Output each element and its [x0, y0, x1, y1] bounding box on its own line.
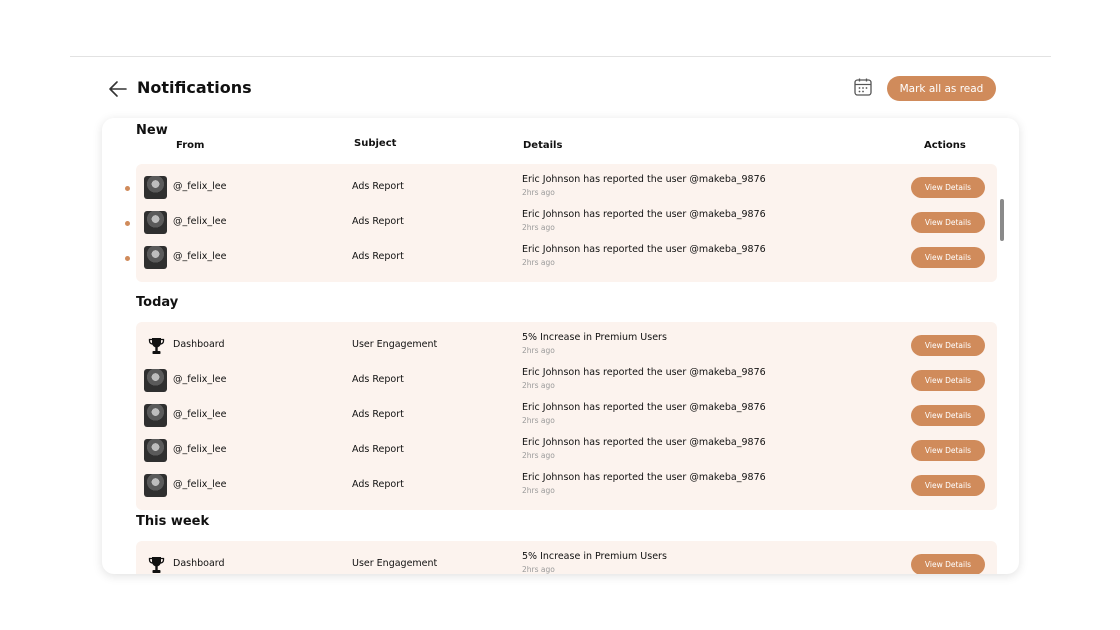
notification-row[interactable]: @_felix_lee Ads Report Eric Johnson has re…	[136, 433, 997, 468]
from-label: @_felix_lee	[173, 444, 227, 455]
timestamp: 2hrs ago	[522, 416, 555, 425]
back-arrow-icon[interactable]	[108, 80, 128, 98]
subject-label: Ads Report	[352, 181, 404, 192]
details-text: Eric Johnson has reported the user @make…	[522, 174, 766, 185]
timestamp: 2hrs ago	[522, 381, 555, 390]
top-divider	[70, 56, 1051, 57]
details-text: 5% Increase in Premium Users	[522, 551, 667, 562]
notification-group: Dashboard User Engagement 5% Increase in P…	[136, 322, 997, 510]
notification-row[interactable]: @_felix_lee Ads Report Eric Johnson has re…	[125, 170, 997, 205]
unread-dot	[125, 186, 130, 191]
view-details-button[interactable]: View Details	[911, 440, 985, 461]
timestamp: 2hrs ago	[522, 486, 555, 495]
details-text: Eric Johnson has reported the user @make…	[522, 402, 766, 413]
section-title: New	[136, 123, 168, 138]
notification-group: Dashboard User Engagement 5% Increase in P…	[136, 541, 997, 574]
notification-group: @_felix_lee Ads Report Eric Johnson has re…	[125, 164, 997, 282]
from-label: Dashboard	[173, 558, 225, 569]
section-title: Today	[136, 295, 179, 310]
scrollbar-thumb[interactable]	[1000, 199, 1004, 241]
from-label: @_felix_lee	[173, 374, 227, 385]
avatar	[144, 176, 167, 199]
calendar-icon[interactable]	[853, 77, 873, 97]
view-details-button[interactable]: View Details	[911, 405, 985, 426]
timestamp: 2hrs ago	[522, 223, 555, 232]
view-details-button[interactable]: View Details	[911, 475, 985, 496]
notification-row[interactable]: Dashboard User Engagement 5% Increase in P…	[136, 547, 997, 574]
column-header-details: Details	[523, 140, 563, 151]
avatar	[144, 404, 167, 427]
view-details-button[interactable]: View Details	[911, 335, 985, 356]
trophy-icon	[148, 337, 165, 355]
avatar	[144, 369, 167, 392]
subject-label: User Engagement	[352, 339, 438, 350]
timestamp: 2hrs ago	[522, 565, 555, 574]
subject-label: Ads Report	[352, 374, 404, 385]
view-details-button[interactable]: View Details	[911, 370, 985, 391]
details-text: Eric Johnson has reported the user @make…	[522, 209, 766, 220]
details-text: Eric Johnson has reported the user @make…	[522, 472, 766, 483]
unread-dot	[125, 256, 130, 261]
subject-label: Ads Report	[352, 479, 404, 490]
from-label: @_felix_lee	[173, 479, 227, 490]
view-details-button[interactable]: View Details	[911, 212, 985, 233]
details-text: Eric Johnson has reported the user @make…	[522, 437, 766, 448]
subject-label: Ads Report	[352, 216, 404, 227]
from-label: Dashboard	[173, 339, 225, 350]
page-header: Notifications Mark all as read	[108, 76, 998, 102]
avatar	[144, 246, 167, 269]
trophy-icon	[148, 556, 165, 574]
notification-row[interactable]: @_felix_lee Ads Report Eric Johnson has re…	[136, 363, 997, 398]
avatar	[144, 211, 167, 234]
notification-row[interactable]: @_felix_lee Ads Report Eric Johnson has re…	[136, 398, 997, 433]
column-header-from: From	[176, 140, 205, 151]
mark-all-read-button[interactable]: Mark all as read	[887, 76, 996, 101]
column-header-subject: Subject	[354, 138, 397, 149]
view-details-button[interactable]: View Details	[911, 247, 985, 268]
column-header-actions: Actions	[924, 140, 966, 151]
view-details-button[interactable]: View Details	[911, 177, 985, 198]
subject-label: User Engagement	[352, 558, 438, 569]
avatar	[144, 439, 167, 462]
details-text: Eric Johnson has reported the user @make…	[522, 367, 766, 378]
unread-dot	[125, 221, 130, 226]
from-label: @_felix_lee	[173, 251, 227, 262]
timestamp: 2hrs ago	[522, 258, 555, 267]
subject-label: Ads Report	[352, 409, 404, 420]
notifications-card: New From Subject Details Actions @_felix_lee A…	[102, 118, 1019, 574]
section-title: This week	[136, 514, 210, 529]
from-label: @_felix_lee	[173, 409, 227, 420]
notification-row[interactable]: @_felix_lee Ads Report Eric Johnson has re…	[125, 205, 997, 240]
from-label: @_felix_lee	[173, 216, 227, 227]
details-text: 5% Increase in Premium Users	[522, 332, 667, 343]
timestamp: 2hrs ago	[522, 188, 555, 197]
notification-row[interactable]: @_felix_lee Ads Report Eric Johnson has re…	[136, 468, 997, 503]
subject-label: Ads Report	[352, 251, 404, 262]
notification-row[interactable]: @_felix_lee Ads Report Eric Johnson has re…	[125, 240, 997, 275]
avatar	[144, 474, 167, 497]
subject-label: Ads Report	[352, 444, 404, 455]
timestamp: 2hrs ago	[522, 346, 555, 355]
notification-row[interactable]: Dashboard User Engagement 5% Increase in P…	[136, 328, 997, 363]
page-title: Notifications	[137, 78, 252, 97]
from-label: @_felix_lee	[173, 181, 227, 192]
timestamp: 2hrs ago	[522, 451, 555, 460]
details-text: Eric Johnson has reported the user @make…	[522, 244, 766, 255]
view-details-button[interactable]: View Details	[911, 554, 985, 574]
